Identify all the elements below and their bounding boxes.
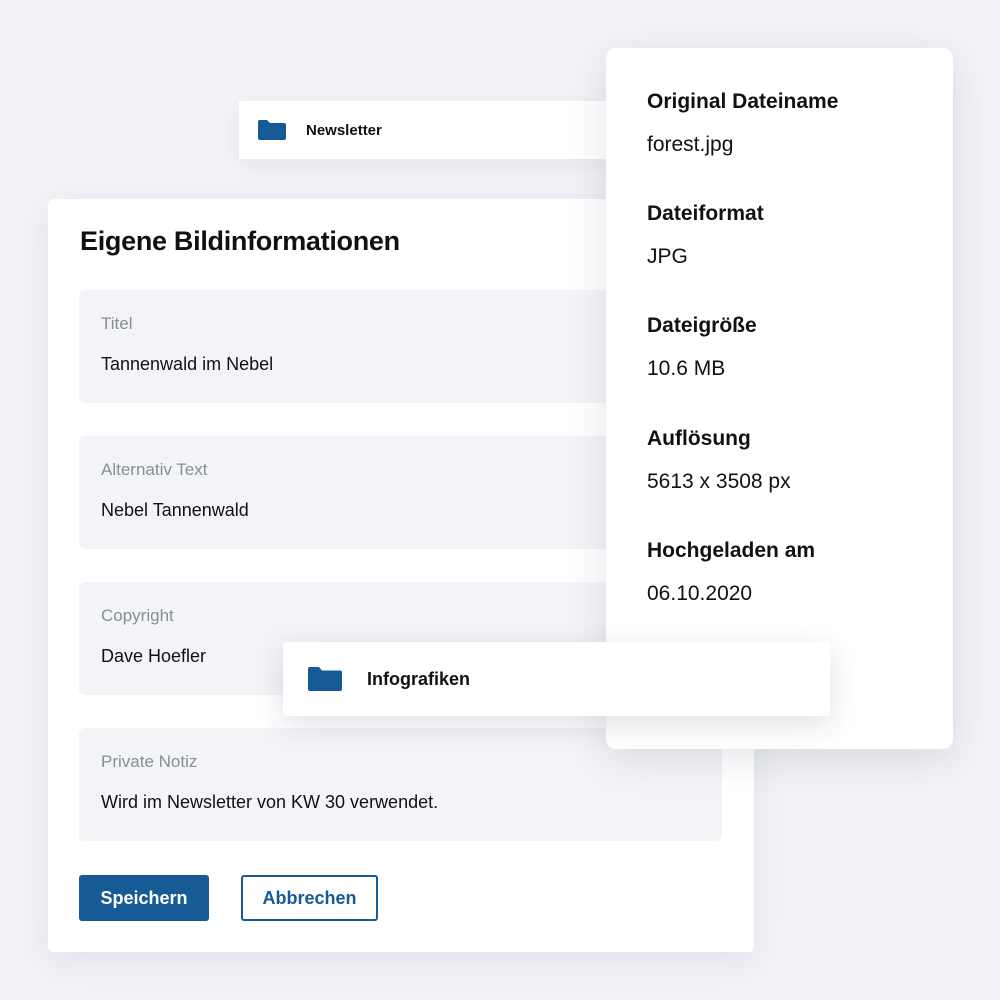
field-value[interactable]: Wird im Newsletter von KW 30 verwendet. — [101, 791, 700, 813]
form-title: Eigene Bildinformationen — [80, 226, 400, 256]
info-label: Auflösung — [647, 427, 751, 450]
info-resolution: Auflösung 5613 x 3508 px — [647, 426, 791, 495]
info-original-filename: Original Dateiname forest.jpg — [647, 89, 838, 158]
info-uploaded-date: Hochgeladen am 06.10.2020 — [647, 538, 815, 607]
save-button[interactable]: Speichern — [79, 875, 209, 921]
info-label: Dateigröße — [647, 314, 757, 337]
info-value: 5613 x 3508 px — [647, 470, 791, 493]
cancel-button[interactable]: Abbrechen — [241, 875, 378, 921]
folder-icon — [308, 667, 342, 691]
folder-icon — [258, 120, 286, 140]
folder-infografiken[interactable]: Infografiken — [283, 642, 830, 716]
field-label: Private Notiz — [101, 752, 198, 771]
info-file-format: Dateiformat JPG — [647, 201, 764, 270]
info-value: 10.6 MB — [647, 357, 726, 380]
info-label: Original Dateiname — [647, 90, 839, 113]
folder-label: Infografiken — [367, 668, 471, 689]
info-value: forest.jpg — [647, 133, 734, 156]
info-value: JPG — [647, 245, 688, 268]
folder-label: Newsletter — [306, 121, 382, 139]
info-file-size: Dateigröße 10.6 MB — [647, 313, 757, 382]
folder-newsletter[interactable]: Newsletter — [239, 101, 639, 159]
info-value: 06.10.2020 — [647, 582, 753, 605]
info-label: Hochgeladen am — [647, 539, 816, 562]
info-label: Dateiformat — [647, 202, 764, 225]
